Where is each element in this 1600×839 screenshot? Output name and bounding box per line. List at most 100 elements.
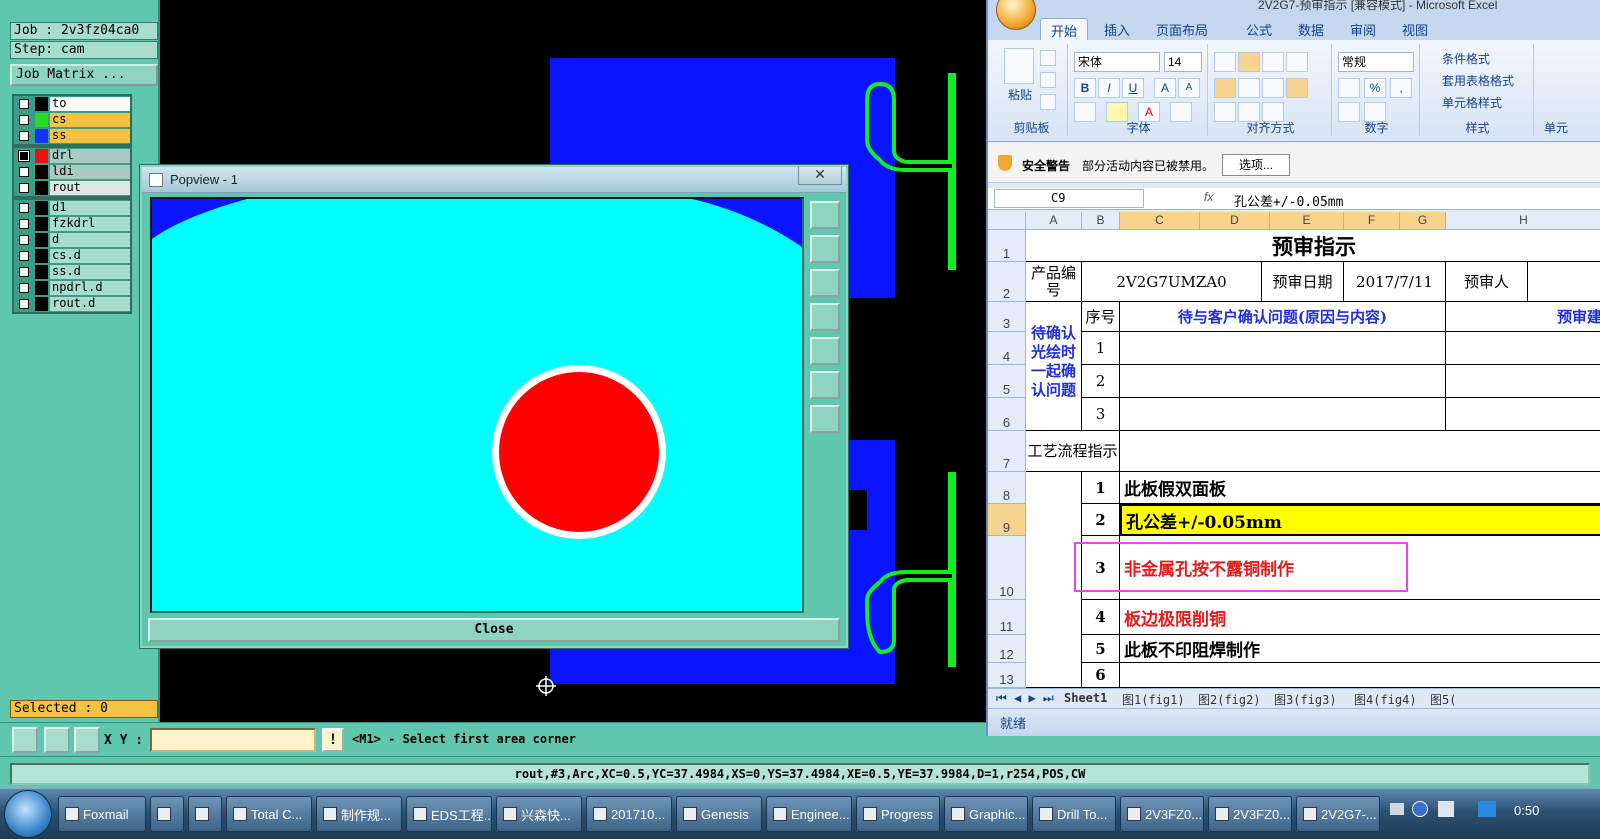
sheet-tab[interactable]: 图5( (1430, 691, 1456, 708)
reviewer-label[interactable]: 预审人 (1446, 262, 1528, 302)
grid-tool-icon[interactable] (74, 727, 100, 753)
popview-titlebar[interactable]: Popview - 1 ✕ (142, 167, 846, 193)
italic-icon[interactable]: I (1098, 78, 1120, 98)
bold-icon[interactable]: B (1074, 78, 1096, 98)
seq-cell[interactable]: 1 (1082, 332, 1120, 365)
taskbar-item[interactable]: Foxmail (58, 796, 146, 832)
percent-icon[interactable]: % (1364, 78, 1386, 98)
item-text[interactable] (1120, 663, 1600, 688)
sheet-tab[interactable]: 图2(fig2) (1198, 691, 1261, 708)
row-header[interactable]: 12 (988, 635, 1026, 663)
taskbar-item[interactable]: EDS工程... (406, 796, 492, 832)
row-header[interactable]: 6 (988, 398, 1026, 431)
zoom-out-icon[interactable] (810, 371, 840, 399)
pending-label[interactable]: 待确认光绘时一起确认问题 (1026, 302, 1082, 431)
sheet-tab[interactable]: 图1(fig1) (1122, 691, 1185, 708)
seq-cell[interactable]: 3 (1082, 398, 1120, 431)
network-icon[interactable] (1478, 801, 1496, 817)
paste-icon[interactable] (1004, 48, 1034, 84)
suggest-cell[interactable] (1446, 398, 1600, 431)
merge-center-icon[interactable] (1286, 78, 1308, 98)
layer-checkbox[interactable] (19, 167, 29, 177)
process-cell[interactable] (1120, 431, 1600, 472)
table-format-button[interactable]: 套用表格格式 (1442, 72, 1514, 89)
xy-input[interactable] (150, 728, 316, 752)
item-text-selected[interactable]: 孔公差+/-0.05mm (1120, 504, 1600, 536)
sheet-nav-icon[interactable]: ⏮ ◀ ▶ ⏭ (996, 691, 1054, 706)
row-header[interactable]: 10 (988, 536, 1026, 600)
cut-icon[interactable] (1040, 50, 1056, 66)
layer-row-npdrl-d[interactable]: npdrl.d (14, 280, 130, 296)
cell-style-button[interactable]: 单元格样式 (1442, 94, 1502, 111)
options-button[interactable]: 选项... (1222, 154, 1290, 176)
column-header[interactable]: H (1446, 212, 1600, 230)
product-label[interactable]: 产品编号 (1026, 262, 1082, 302)
zoom-window-icon[interactable] (810, 201, 840, 229)
row-header[interactable]: 8 (988, 472, 1026, 504)
layer-row-fzkdrl[interactable]: fzkdrl (14, 216, 130, 232)
currency-icon[interactable] (1338, 78, 1360, 98)
select-all-corner[interactable] (988, 212, 1026, 230)
popview-close-button[interactable]: Close (148, 618, 840, 642)
layer-checkbox[interactable] (19, 299, 29, 309)
help-icon[interactable] (1412, 801, 1428, 817)
column-header[interactable]: F (1344, 212, 1400, 230)
copy-icon[interactable] (1040, 72, 1056, 88)
pan-left-icon[interactable] (810, 303, 840, 331)
row-header[interactable]: 2 (988, 262, 1026, 302)
layer-checkbox[interactable] (19, 267, 29, 277)
column-header[interactable]: D (1200, 212, 1270, 230)
issue-header[interactable]: 待与客户确认问题(原因与内容) (1120, 302, 1446, 332)
layer-row-drl[interactable]: drl (14, 148, 130, 164)
taskbar-item[interactable]: 2V3FZ0... (1208, 796, 1292, 832)
layer-checkbox[interactable] (19, 251, 29, 261)
tab-data[interactable]: 数据 (1298, 20, 1324, 39)
layer-checkbox[interactable] (19, 115, 29, 125)
layer-row-to[interactable]: to (14, 96, 130, 112)
select-tool-icon[interactable] (12, 727, 38, 753)
taskbar-item[interactable] (188, 796, 222, 832)
tab-review[interactable]: 审阅 (1350, 20, 1376, 39)
date-label[interactable]: 预审日期 (1262, 262, 1344, 302)
layer-checkbox[interactable] (19, 219, 29, 229)
issue-cell[interactable] (1120, 332, 1446, 365)
measure-tool-icon[interactable] (44, 727, 70, 753)
row-header[interactable]: 4 (988, 332, 1026, 365)
sheet-tab[interactable]: Sheet1 (1064, 691, 1107, 705)
sheet-tab[interactable]: 图3(fig3) (1274, 691, 1337, 708)
function-icon[interactable]: fx (1204, 190, 1213, 204)
start-button[interactable] (4, 790, 52, 838)
comma-icon[interactable]: , (1390, 78, 1412, 98)
taskbar-item[interactable]: 兴森快... (496, 796, 582, 832)
sheet-tab[interactable]: 图4(fig4) (1354, 691, 1417, 708)
align-middle-icon[interactable] (1238, 52, 1260, 72)
align-left-icon[interactable] (1214, 78, 1236, 98)
column-header[interactable]: B (1082, 212, 1120, 230)
layer-checkbox[interactable] (19, 235, 29, 245)
suggest-cell[interactable] (1446, 365, 1600, 398)
row-header[interactable]: 5 (988, 365, 1026, 398)
date-value[interactable]: 2017/7/11 (1344, 262, 1446, 302)
suggest-header[interactable]: 预审建 (1446, 302, 1600, 332)
reviewer-value[interactable] (1528, 262, 1600, 302)
row-header[interactable]: 13 (988, 663, 1026, 688)
align-bottom-icon[interactable] (1262, 52, 1284, 72)
layer-row-ldi[interactable]: ldi (14, 164, 130, 180)
formula-input[interactable]: 孔公差+/-0.05mm (1234, 191, 1343, 210)
taskbar-item[interactable]: Total C... (226, 796, 312, 832)
close-icon[interactable]: ✕ (798, 167, 842, 185)
taskbar-item[interactable]: Enginee... (766, 796, 852, 832)
taskbar-item[interactable]: 201710... (586, 796, 672, 832)
pan-up-icon[interactable] (810, 235, 840, 263)
grow-font-icon[interactable]: A (1154, 78, 1176, 98)
zoom-fit-icon[interactable] (810, 405, 840, 433)
pan-down-icon[interactable] (810, 269, 840, 297)
row-header[interactable]: 1 (988, 230, 1026, 262)
format-painter-icon[interactable] (1040, 94, 1056, 110)
layer-row-cs-d[interactable]: cs.d (14, 248, 130, 264)
column-header[interactable]: C (1120, 212, 1200, 230)
underline-icon[interactable]: U (1122, 78, 1144, 98)
worksheet-grid[interactable]: A B C D E F G H 1 2 3 4 5 6 7 8 9 10 11 … (988, 212, 1600, 688)
popview-viewport[interactable] (150, 197, 804, 613)
tab-view[interactable]: 视图 (1402, 20, 1428, 39)
